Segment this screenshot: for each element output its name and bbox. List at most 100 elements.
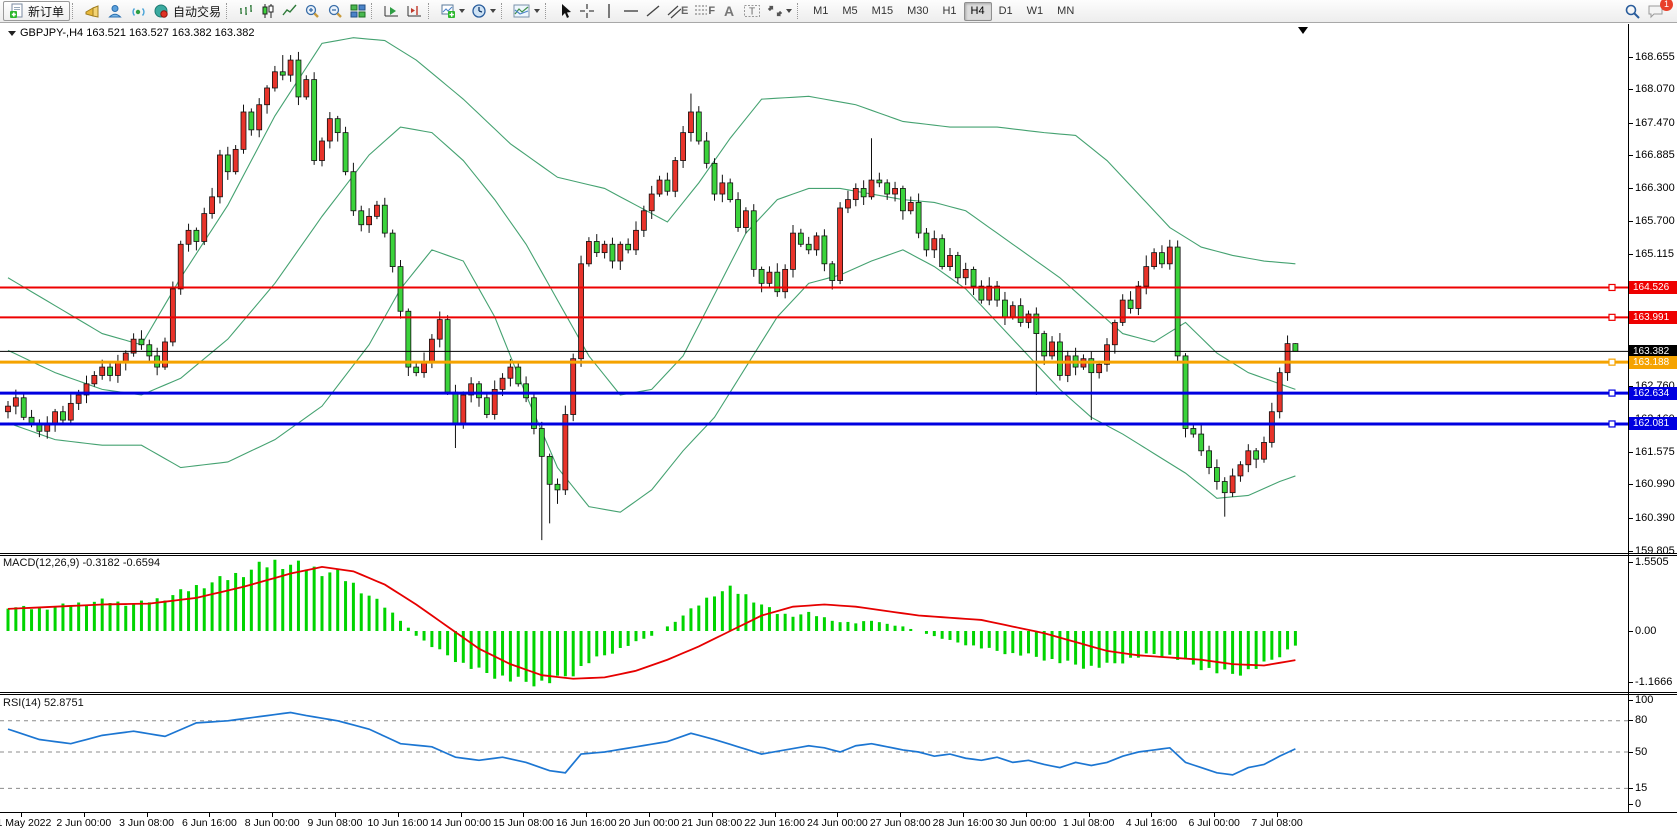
new-chart-button[interactable] (437, 1, 468, 21)
candlestick-chart[interactable] (0, 24, 1628, 553)
price-line-label: 162.634 (1629, 387, 1677, 400)
toolbar-separator (226, 3, 233, 19)
price-line-label: 163.991 (1629, 311, 1677, 324)
axis-tick-label: 168.070 (1635, 83, 1675, 95)
svg-text:T: T (749, 7, 755, 18)
cursor-icon (558, 3, 572, 19)
new-order-button[interactable]: 新订单 (3, 1, 70, 21)
axis-tick-label: 160.990 (1635, 478, 1675, 490)
arrows-dropdown-arrow[interactable] (786, 9, 792, 13)
trendline-tool-button[interactable] (642, 1, 664, 21)
axis-tick-label: 168.655 (1635, 51, 1675, 63)
axis-tick (1628, 562, 1633, 563)
community-person-icon (107, 3, 124, 19)
vertical-line-icon (603, 3, 615, 19)
timeframe-button-d1[interactable]: D1 (992, 2, 1020, 21)
axis-tick-label: 165.115 (1635, 248, 1674, 260)
text-tool-button[interactable]: A (718, 1, 740, 21)
axis-tick (1628, 221, 1633, 222)
axis-tick-label: 100 (1635, 694, 1653, 706)
axis-tick-label: 161.575 (1635, 446, 1675, 458)
indicators-icon (513, 3, 531, 19)
crosshair-tool-button[interactable] (576, 1, 598, 21)
axis-tick-label: 0.00 (1635, 625, 1656, 637)
chart-shift-button[interactable] (403, 1, 426, 21)
time-axis-border (0, 812, 1677, 813)
axis-tick (1628, 254, 1633, 255)
axis-tick (1628, 188, 1633, 189)
axis-tick (1628, 518, 1633, 519)
timeframe-button-mn[interactable]: MN (1050, 2, 1081, 21)
community-button[interactable] (104, 1, 127, 21)
auto-trading-button[interactable]: 自动交易 (150, 1, 224, 21)
timeframe-button-w1[interactable]: W1 (1020, 2, 1051, 21)
timeframe-group: M1M5M15M30H1H4D1W1MN (806, 0, 1081, 22)
signal-icon (130, 3, 147, 19)
timeframe-button-m5[interactable]: M5 (835, 2, 864, 21)
trendline-icon (645, 3, 661, 19)
chart-shift-marker-icon[interactable] (1298, 27, 1308, 34)
channel-tool-button[interactable]: E (664, 1, 691, 21)
auto-scroll-icon (383, 3, 400, 19)
price-line-label: 164.526 (1629, 281, 1677, 294)
new-chart-dropdown-arrow[interactable] (459, 9, 465, 13)
price-line-label: 163.188 (1629, 356, 1677, 369)
axis-tick-label: 167.470 (1635, 117, 1675, 129)
tile-windows-button[interactable] (347, 1, 369, 21)
timeframe-button-h1[interactable]: H1 (935, 2, 963, 21)
arrows-tool-button[interactable] (764, 1, 795, 21)
horizontal-line-tool-button[interactable] (620, 1, 642, 21)
market-horn-button[interactable] (81, 1, 104, 21)
profiles-button[interactable] (468, 1, 499, 21)
auto-scroll-button[interactable] (380, 1, 403, 21)
zoom-in-button[interactable] (301, 1, 324, 21)
indicators-button[interactable] (510, 1, 543, 21)
timeframe-button-h4[interactable]: H4 (964, 2, 992, 21)
trading-platform-window: 新订单 (0, 0, 1677, 833)
auto-trading-icon (153, 3, 170, 19)
axis-tick-label: 166.885 (1635, 149, 1675, 161)
timeframe-button-m1[interactable]: M1 (806, 2, 835, 21)
horizontal-line-icon (623, 3, 639, 19)
new-order-label: 新订单 (28, 3, 64, 20)
indicators-dropdown-arrow[interactable] (534, 9, 540, 13)
panel-separator[interactable] (0, 692, 1677, 693)
search-button[interactable] (1621, 1, 1644, 21)
axis-tick (1628, 720, 1633, 721)
fibonacci-tool-button[interactable]: F (691, 1, 718, 21)
notifications-button[interactable]: 1 (1644, 1, 1668, 21)
candlestick-icon (260, 3, 276, 19)
zoom-out-button[interactable] (324, 1, 347, 21)
crosshair-icon (579, 3, 595, 19)
axis-tick-label: 160.390 (1635, 512, 1675, 524)
text-label-icon: T (743, 3, 761, 19)
new-chart-icon (440, 3, 456, 19)
bar-chart-button[interactable] (235, 1, 257, 21)
axis-tick (1628, 89, 1633, 90)
text-label-tool-button[interactable]: T (740, 1, 764, 21)
signals-button[interactable] (127, 1, 150, 21)
candlestick-chart-button[interactable] (257, 1, 279, 21)
panel-separator[interactable] (0, 553, 1677, 554)
cursor-tool-button[interactable] (554, 1, 576, 21)
toolbar-separator (428, 3, 435, 19)
line-chart-button[interactable] (279, 1, 301, 21)
macd-panel[interactable] (0, 556, 1628, 692)
fibonacci-icon (694, 3, 708, 19)
timeframe-button-m15[interactable]: M15 (865, 2, 900, 21)
arrow-shapes-icon (767, 3, 783, 19)
axis-tick (1628, 631, 1633, 632)
axis-tick-label: 166.300 (1635, 182, 1675, 194)
vertical-line-tool-button[interactable] (598, 1, 620, 21)
rsi-panel[interactable] (0, 695, 1628, 812)
line-chart-icon (282, 3, 298, 19)
panel-separator[interactable] (0, 555, 1677, 556)
horn-icon (84, 3, 101, 19)
toolbar-separator (72, 3, 79, 19)
timeframe-button-m30[interactable]: M30 (900, 2, 935, 21)
axis-tick (1628, 155, 1633, 156)
profiles-dropdown-arrow[interactable] (490, 9, 496, 13)
axis-tick (1628, 551, 1633, 552)
panel-separator[interactable] (0, 694, 1677, 695)
axis-tick (1628, 752, 1633, 753)
